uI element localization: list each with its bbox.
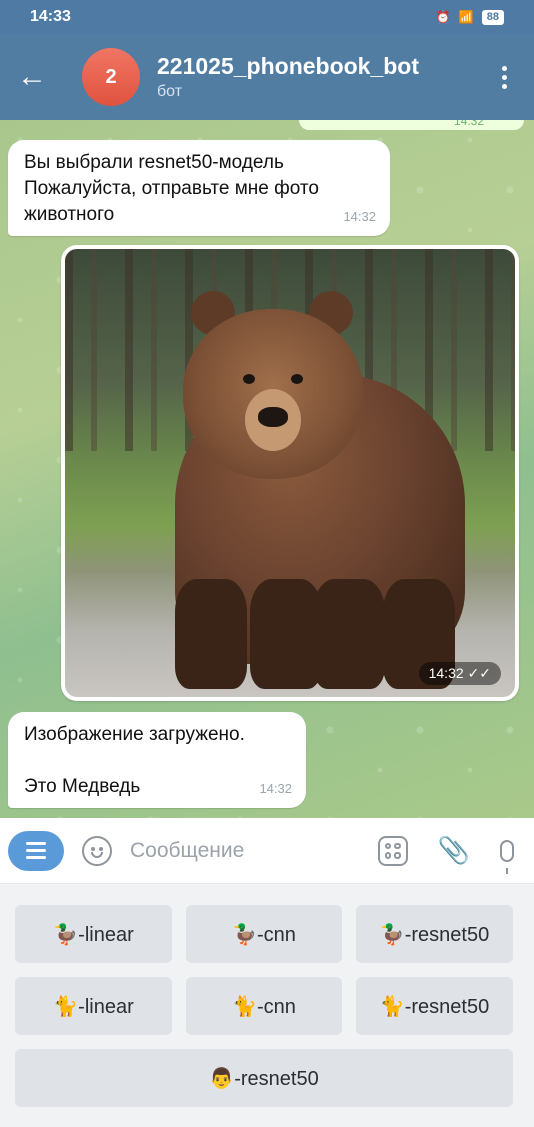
microphone-icon[interactable]: [500, 839, 514, 874]
keyboard-button-duck-linear[interactable]: 🦆-linear: [15, 905, 172, 963]
bear-leg: [250, 579, 322, 689]
chat-title-block[interactable]: 221025_phonebook_bot бот: [157, 53, 419, 101]
alarm-icon: ⏰: [435, 10, 451, 24]
emoji-icon[interactable]: [82, 835, 112, 866]
keyboard-toggle-icon[interactable]: [377, 835, 408, 866]
outgoing-message-partial[interactable]: 14:32: [299, 120, 524, 130]
keyboard-button-duck-resnet50[interactable]: 🦆-resnet50: [356, 905, 513, 963]
message-text-line: Изображение загружено.: [24, 724, 245, 745]
incoming-message[interactable]: Вы выбрали resnet50-модель Пожалуйста, о…: [8, 140, 390, 236]
keyboard-button-cat-resnet50[interactable]: 🐈-resnet50: [356, 977, 513, 1035]
chat-title: 221025_phonebook_bot: [157, 53, 420, 79]
chat-header: ← 2 221025_phonebook_bot бот: [0, 34, 534, 120]
keyboard-button-duck-cnn[interactable]: 🦆-cnn: [186, 905, 342, 963]
photo-message[interactable]: 14:32 ✓✓: [61, 245, 519, 701]
status-icons: ⏰ 📶 88: [435, 9, 504, 25]
chat-subtitle: бот: [157, 83, 183, 100]
bear-leg: [313, 579, 385, 689]
avatar-letter: 2: [105, 65, 117, 88]
message-text-line: Это Медведь: [24, 776, 141, 797]
message-time: 14:32: [343, 209, 376, 224]
message-text-line: животного: [24, 204, 115, 225]
message-time: 14:32: [453, 120, 484, 128]
status-time: 14:33: [30, 8, 71, 25]
bear-photo[interactable]: 14:32 ✓✓: [65, 249, 515, 697]
message-text-line: Вы выбрали resnet50-модель: [24, 152, 284, 173]
avatar[interactable]: 2: [82, 48, 140, 106]
message-input[interactable]: Сообщение: [130, 839, 244, 863]
message-input-bar: Сообщение 📎: [0, 818, 534, 884]
keyboard-button-cat-cnn[interactable]: 🐈-cnn: [186, 977, 342, 1035]
bear-eye: [291, 374, 303, 384]
keyboard-button-cat-linear[interactable]: 🐈-linear: [15, 977, 172, 1035]
chat-area[interactable]: 14:32 Вы выбрали resnet50-модель Пожалуй…: [0, 120, 534, 818]
wifi-icon: 📶: [458, 10, 474, 24]
back-arrow-icon[interactable]: ←: [0, 34, 64, 120]
photo-time: 14:32 ✓✓: [418, 662, 501, 685]
attach-icon[interactable]: 📎: [438, 835, 470, 866]
reply-keyboard: 🦆-linear 🦆-cnn 🦆-resnet50 🐈-linear 🐈-cnn…: [0, 884, 534, 1127]
bear-nose: [258, 407, 288, 427]
message-time: 14:32: [259, 781, 292, 796]
battery-indicator: 88: [481, 9, 504, 25]
status-bar: 14:33 ⏰ 📶 88: [0, 0, 534, 34]
more-options-icon[interactable]: [474, 65, 534, 89]
bear-leg: [175, 579, 247, 689]
bot-menu-button[interactable]: [8, 830, 64, 871]
message-text-line: Пожалуйста, отправьте мне фото: [24, 178, 319, 199]
incoming-message[interactable]: Изображение загружено. Это Медведь 14:32: [8, 712, 306, 808]
bear-eye: [243, 374, 255, 384]
keyboard-button-person-resnet50[interactable]: 👨-resnet50: [15, 1049, 513, 1107]
